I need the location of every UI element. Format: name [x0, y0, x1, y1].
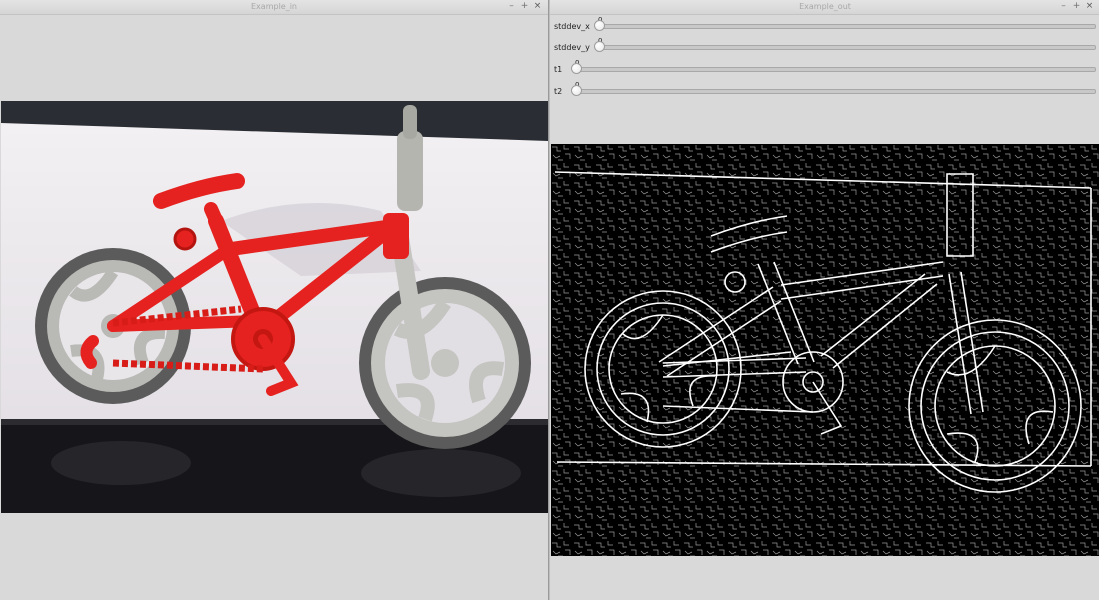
trackbar-track[interactable]	[598, 24, 1096, 29]
trackbar-handle[interactable]	[571, 63, 582, 74]
trackbar-handle[interactable]	[594, 41, 605, 52]
trackbar-stddev-y: stddev_y 0	[550, 37, 1099, 57]
trackbar-label: t1	[554, 65, 563, 74]
close-icon[interactable]: ×	[533, 1, 542, 12]
window-controls: – + ×	[1059, 1, 1094, 12]
edge-map	[551, 144, 1099, 556]
head-tube	[383, 213, 409, 259]
titlebar-out[interactable]: Example_out – + ×	[550, 0, 1099, 15]
window-controls: – + ×	[507, 1, 542, 12]
maximize-icon[interactable]: +	[1072, 1, 1081, 12]
trackbar-track[interactable]	[575, 89, 1096, 94]
front-wheel	[359, 277, 531, 449]
window-title: Example_in	[251, 2, 297, 11]
close-icon[interactable]: ×	[1085, 1, 1094, 12]
trackbar-handle[interactable]	[594, 20, 605, 31]
titlebar-in[interactable]: Example_in – + ×	[0, 0, 548, 15]
example-out-window: Example_out – + × stddev_x 0 stddev_y 0 …	[549, 0, 1099, 600]
trackbar-track[interactable]	[598, 45, 1096, 50]
trackbar-t1: t1 0	[550, 59, 1099, 79]
minimize-icon[interactable]: –	[507, 1, 516, 12]
trackbar-stddev-x: stddev_x 0	[550, 16, 1099, 36]
example-in-window: Example_in – + ×	[0, 0, 549, 600]
trackbar-label: stddev_x	[554, 22, 590, 31]
trackbar-label: t2	[554, 87, 563, 96]
trackbar-t2: t2 0	[550, 81, 1099, 101]
minimize-icon[interactable]: –	[1059, 1, 1068, 12]
edge-output-image	[551, 144, 1099, 556]
bicycle-photo	[1, 101, 548, 513]
trackbar-label: stddev_y	[554, 43, 590, 52]
trackbar-track[interactable]	[575, 67, 1096, 72]
trackbar-handle[interactable]	[571, 85, 582, 96]
maximize-icon[interactable]: +	[520, 1, 529, 12]
window-title: Example_out	[799, 2, 851, 11]
input-image	[1, 101, 548, 513]
